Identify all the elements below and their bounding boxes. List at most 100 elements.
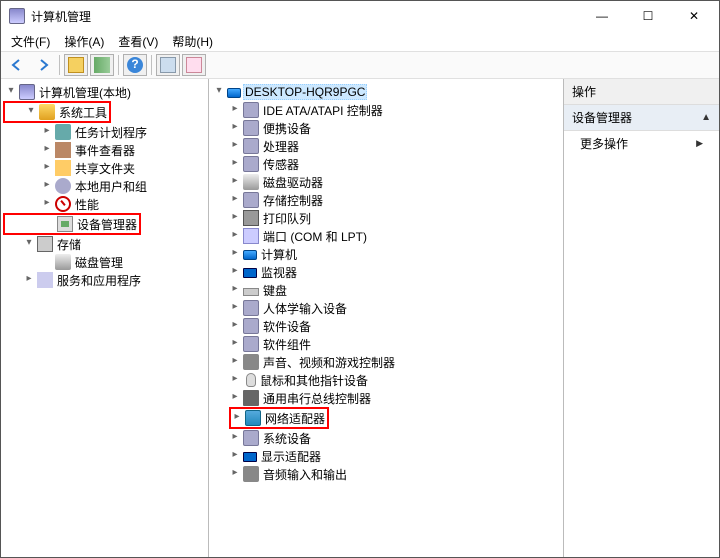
toolbar-separator	[151, 55, 152, 75]
device-tree[interactable]: ▾ DESKTOP-HQR9PGC ▸ IDE ATA/ATAPI 控制器▸便携设…	[209, 79, 564, 557]
device-root[interactable]: ▾ DESKTOP-HQR9PGC	[211, 83, 561, 101]
device-category[interactable]: ▸磁盘驱动器	[229, 173, 561, 191]
menu-action[interactable]: 操作(A)	[58, 31, 110, 52]
tree-disk-management[interactable]: ▸ 磁盘管理	[3, 253, 206, 271]
device-category[interactable]: ▸便携设备	[229, 119, 561, 137]
toolbar-btn-2[interactable]	[90, 54, 114, 76]
chevron-down-icon[interactable]: ▾	[213, 86, 225, 98]
tree-root[interactable]: ▾ 计算机管理(本地)	[3, 83, 206, 101]
device-category[interactable]: ▸端口 (COM 和 LPT)	[229, 227, 561, 245]
navigation-tree[interactable]: ▾ 计算机管理(本地) ▾ 系统工具 ▸ 任务计划程序 ▸ 事件查看器 ▸ 共享…	[1, 79, 209, 557]
toolbar-btn-1[interactable]	[64, 54, 88, 76]
menu-help[interactable]: 帮助(H)	[166, 31, 219, 52]
device-category-label: 传感器	[261, 155, 301, 174]
device-category[interactable]: ▸软件设备	[229, 317, 561, 335]
actions-header: 操作	[564, 79, 719, 105]
chevron-right-icon[interactable]: ▸	[23, 274, 35, 286]
more-actions[interactable]: 更多操作 ▶	[564, 131, 719, 156]
chevron-right-icon[interactable]: ▸	[229, 104, 241, 116]
chevron-right-icon[interactable]: ▸	[229, 230, 241, 242]
chevron-right-icon[interactable]: ▸	[231, 412, 243, 424]
chevron-right-icon[interactable]: ▸	[229, 356, 241, 368]
event-icon	[55, 142, 71, 158]
device-category[interactable]: ▸人体学输入设备	[229, 299, 561, 317]
maximize-button[interactable]: ☐	[625, 1, 671, 31]
chevron-right-icon[interactable]: ▸	[41, 144, 53, 156]
chevron-right-icon[interactable]: ▸	[229, 392, 241, 404]
tree-device-manager[interactable]: ▸ 设备管理器	[5, 215, 139, 233]
device-category[interactable]: ▸显示适配器	[229, 447, 561, 465]
help-button[interactable]: ?	[123, 54, 147, 76]
device-category[interactable]: ▸ IDE ATA/ATAPI 控制器	[229, 101, 561, 119]
tree-storage[interactable]: ▾ 存储	[3, 235, 206, 253]
toolbar: ?	[1, 51, 719, 79]
chevron-right-icon[interactable]: ▸	[229, 468, 241, 480]
device-category-label: IDE ATA/ATAPI 控制器	[261, 101, 385, 120]
device-category[interactable]: ▸ 监视器	[229, 263, 561, 281]
device-category-icon	[243, 288, 259, 296]
chevron-right-icon[interactable]: ▸	[229, 432, 241, 444]
device-category-icon	[243, 192, 259, 208]
toolbar-separator	[59, 55, 60, 75]
device-category-list: ▸IDE ATA/ATAPI 控制器▸便携设备▸处理器▸传感器▸磁盘驱动器▸存储…	[211, 101, 561, 483]
chevron-right-icon[interactable]: ▸	[229, 302, 241, 314]
tree-system-tools[interactable]: ▾ 系统工具	[5, 103, 109, 121]
chevron-right-icon[interactable]: ▸	[229, 248, 241, 260]
actions-section[interactable]: 设备管理器 ▲	[564, 105, 719, 131]
device-category[interactable]: ▸处理器	[229, 137, 561, 155]
device-category[interactable]: ▸计算机	[229, 245, 561, 263]
chevron-right-icon[interactable]: ▸	[229, 450, 241, 462]
device-category-icon	[243, 336, 259, 352]
computer-icon	[19, 84, 35, 100]
device-category[interactable]: ▸鼠标和其他指针设备	[229, 371, 561, 389]
device-category[interactable]: ▸键盘	[229, 281, 561, 299]
device-category[interactable]: ▸音频输入和输出	[229, 465, 561, 483]
tree-task-scheduler[interactable]: ▸ 任务计划程序	[3, 123, 206, 141]
device-category[interactable]: ▸声音、视频和游戏控制器	[229, 353, 561, 371]
chevron-down-icon[interactable]: ▾	[5, 86, 17, 98]
device-category[interactable]: ▸ 传感器	[229, 155, 561, 173]
device-category[interactable]: ▸存储控制器	[229, 191, 561, 209]
chevron-right-icon[interactable]: ▸	[41, 162, 53, 174]
device-category[interactable]: ▸打印队列	[229, 209, 561, 227]
device-category[interactable]: ▸系统设备	[229, 429, 561, 447]
tree-services-apps[interactable]: ▸ 服务和应用程序	[3, 271, 206, 289]
chevron-right-icon[interactable]: ▸	[229, 194, 241, 206]
chevron-right-icon[interactable]: ▸	[229, 212, 241, 224]
tree-shared-folders[interactable]: ▸ 共享文件夹	[3, 159, 206, 177]
main-content: ▾ 计算机管理(本地) ▾ 系统工具 ▸ 任务计划程序 ▸ 事件查看器 ▸ 共享…	[1, 79, 719, 557]
tree-performance[interactable]: ▸ 性能	[3, 195, 206, 213]
chevron-right-icon[interactable]: ▸	[229, 122, 241, 134]
toolbar-btn-4[interactable]	[182, 54, 206, 76]
tree-label: 共享文件夹	[73, 159, 137, 178]
chevron-right-icon[interactable]: ▸	[229, 338, 241, 350]
window-title: 计算机管理	[31, 8, 579, 25]
chevron-right-icon[interactable]: ▸	[229, 374, 241, 386]
minimize-button[interactable]: —	[579, 1, 625, 31]
chevron-right-icon[interactable]: ▸	[41, 180, 53, 192]
chevron-right-icon[interactable]: ▸	[41, 198, 53, 210]
chevron-right-icon[interactable]: ▸	[41, 126, 53, 138]
tree-event-viewer[interactable]: ▸ 事件查看器	[3, 141, 206, 159]
app-icon	[9, 8, 25, 24]
device-category-icon	[245, 410, 261, 426]
back-button[interactable]	[5, 54, 29, 76]
menu-view[interactable]: 查看(V)	[112, 31, 164, 52]
chevron-right-icon[interactable]: ▸	[229, 176, 241, 188]
close-button[interactable]: ✕	[671, 1, 717, 31]
chevron-down-icon[interactable]: ▾	[23, 238, 35, 250]
tree-local-users[interactable]: ▸ 本地用户和组	[3, 177, 206, 195]
chevron-right-icon[interactable]: ▸	[229, 320, 241, 332]
chevron-right-icon[interactable]: ▸	[229, 140, 241, 152]
chevron-right-icon[interactable]: ▸	[229, 158, 241, 170]
toolbar-btn-3[interactable]	[156, 54, 180, 76]
menu-file[interactable]: 文件(F)	[5, 31, 56, 52]
device-category[interactable]: ▸网络适配器	[231, 409, 327, 427]
chevron-down-icon[interactable]: ▾	[25, 106, 37, 118]
forward-button[interactable]	[31, 54, 55, 76]
device-category-label: 监视器	[259, 263, 299, 282]
chevron-right-icon[interactable]: ▸	[229, 266, 241, 278]
chevron-right-icon[interactable]: ▸	[229, 284, 241, 296]
device-category[interactable]: ▸通用串行总线控制器	[229, 389, 561, 407]
device-category[interactable]: ▸软件组件	[229, 335, 561, 353]
